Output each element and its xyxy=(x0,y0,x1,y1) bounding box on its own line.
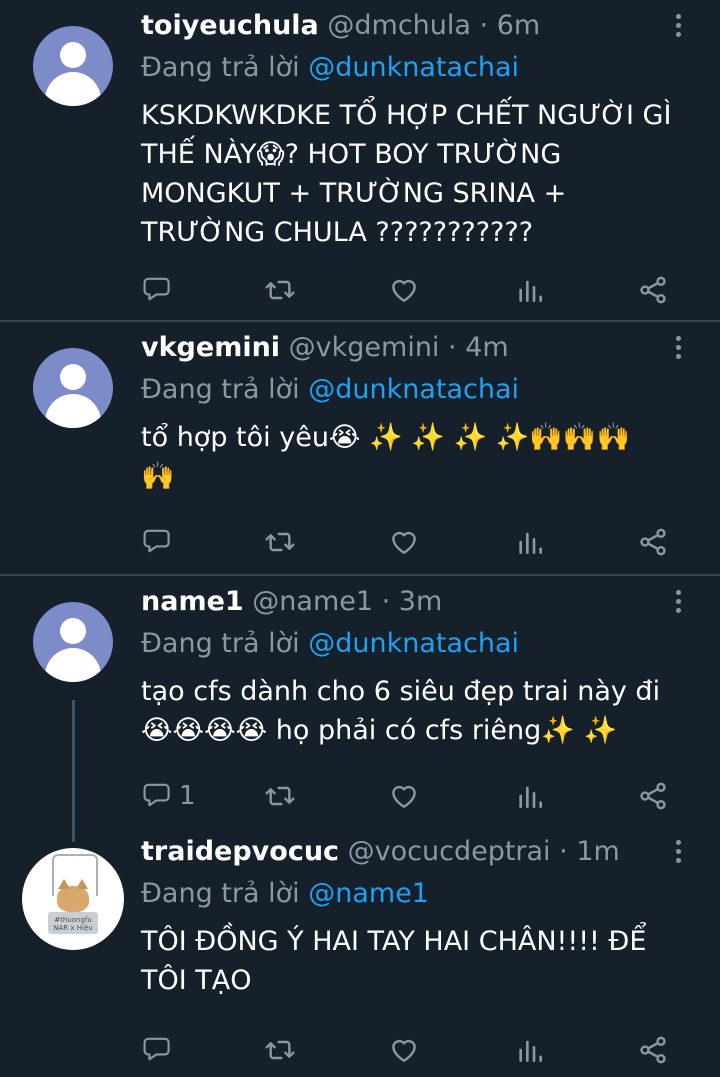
reply-icon xyxy=(143,277,170,301)
like-icon xyxy=(392,785,416,808)
retweet-button[interactable] xyxy=(264,1030,296,1070)
avatar-caption: #thuongfu NAR x Hiệu xyxy=(53,916,93,932)
retweet-icon xyxy=(265,280,295,300)
replying-to: Đang trả lời @dunknatachai xyxy=(141,374,519,405)
tweet-header: traidepvocuc @vocucdeptrai · 1m xyxy=(141,836,620,867)
retweet-icon xyxy=(265,786,295,806)
dot-separator: · xyxy=(439,332,466,363)
retweet-button[interactable] xyxy=(264,270,296,310)
tweet-text: KSKDKWKDKE TỔ HỢP CHẾT NGƯỜI GÌ THẾ NÀY😱… xyxy=(141,100,681,248)
mention-link[interactable]: @name1 xyxy=(308,878,429,909)
display-name[interactable]: toiyeuchula xyxy=(141,10,319,41)
stats-button[interactable] xyxy=(514,1030,546,1070)
reply-button[interactable] xyxy=(141,270,179,310)
mention-link[interactable]: @dunknatachai xyxy=(308,52,519,83)
like-icon xyxy=(392,279,416,302)
action-bar xyxy=(0,1030,720,1070)
timestamp[interactable]: 1m xyxy=(576,836,619,867)
tweet-header: vkgemini @vkgemini · 4m xyxy=(141,332,509,363)
share-button[interactable] xyxy=(637,270,669,310)
action-bar xyxy=(0,270,720,310)
tweet-header: name1 @name1 · 3m xyxy=(141,586,442,617)
more-icon[interactable] xyxy=(676,590,682,618)
retweet-button[interactable] xyxy=(264,776,296,816)
tweet[interactable]: name1 @name1 · 3m Đang trả lời @dunknata… xyxy=(0,576,720,826)
mention-link[interactable]: @dunknatachai xyxy=(308,374,519,405)
reply-prefix: Đang trả lời xyxy=(141,374,300,405)
dot-separator: · xyxy=(470,10,497,41)
handle[interactable]: @vocucdeptrai xyxy=(348,836,551,867)
like-button[interactable] xyxy=(388,270,420,310)
avatar[interactable] xyxy=(33,26,113,106)
avatar[interactable]: #thuongfu NAR x Hiệu xyxy=(22,848,124,950)
display-name[interactable]: traidepvocuc xyxy=(141,836,339,867)
share-button[interactable] xyxy=(637,776,669,816)
timestamp[interactable]: 4m xyxy=(465,332,508,363)
like-button[interactable] xyxy=(388,776,420,816)
reply-button[interactable] xyxy=(141,522,179,562)
timestamp[interactable]: 3m xyxy=(399,586,442,617)
share-icon xyxy=(640,276,666,304)
reply-count: 1 xyxy=(179,781,196,811)
tweet[interactable]: #thuongfu NAR x Hiệu traidepvocuc @vocuc… xyxy=(0,826,720,1077)
handle[interactable]: @vkgemini xyxy=(289,332,440,363)
reply-icon xyxy=(143,529,170,553)
handle[interactable]: @name1 xyxy=(252,586,373,617)
stats-icon xyxy=(519,280,542,302)
display-name[interactable]: name1 xyxy=(141,586,244,617)
more-icon[interactable] xyxy=(676,14,682,42)
tweet-text: tổ hợp tôi yêu😭 ✨ ✨ ✨ ✨🙌🙌🙌 🙌 xyxy=(141,422,631,492)
dot-separator: · xyxy=(550,836,577,867)
retweet-icon xyxy=(265,1040,295,1060)
share-button[interactable] xyxy=(637,1030,669,1070)
avatar[interactable] xyxy=(33,348,113,428)
timestamp[interactable]: 6m xyxy=(497,10,540,41)
dot-separator: · xyxy=(373,586,399,617)
action-bar: 1 xyxy=(0,776,720,816)
reply-icon xyxy=(143,1037,170,1061)
like-icon xyxy=(392,531,416,554)
reply-icon xyxy=(143,783,170,807)
reply-button[interactable]: 1 xyxy=(141,776,196,816)
avatar[interactable] xyxy=(33,602,113,682)
share-icon xyxy=(640,1036,666,1064)
tweet-text: tạo cfs dành cho 6 siêu đẹp trai này đi … xyxy=(141,676,661,746)
stats-icon xyxy=(519,1040,542,1062)
stats-icon xyxy=(519,786,542,808)
replying-to: Đang trả lời @name1 xyxy=(141,878,429,909)
like-button[interactable] xyxy=(388,522,420,562)
mention-link[interactable]: @dunknatachai xyxy=(308,628,519,659)
handle[interactable]: @dmchula xyxy=(327,10,471,41)
more-icon[interactable] xyxy=(676,840,682,868)
reply-prefix: Đang trả lời xyxy=(141,52,300,83)
like-button[interactable] xyxy=(388,1030,420,1070)
like-icon xyxy=(392,1039,416,1062)
action-bar xyxy=(0,522,720,562)
share-icon xyxy=(640,782,666,810)
stats-button[interactable] xyxy=(514,270,546,310)
stats-icon xyxy=(519,532,542,554)
tweet[interactable]: toiyeuchula @dmchula · 6m Đang trả lời @… xyxy=(0,0,720,320)
reply-prefix: Đang trả lời xyxy=(141,628,300,659)
more-icon[interactable] xyxy=(676,336,682,364)
tweet-text: TÔI ĐỒNG Ý HAI TAY HAI CHÂN!!!! ĐỂ TÔI T… xyxy=(141,926,655,996)
replying-to: Đang trả lời @dunknatachai xyxy=(141,52,519,83)
replying-to: Đang trả lời @dunknatachai xyxy=(141,628,519,659)
tweet[interactable]: vkgemini @vkgemini · 4m Đang trả lời @du… xyxy=(0,322,720,574)
reply-prefix: Đang trả lời xyxy=(141,878,300,909)
retweet-icon xyxy=(265,532,295,552)
stats-button[interactable] xyxy=(514,522,546,562)
tweet-header: toiyeuchula @dmchula · 6m xyxy=(141,10,540,41)
retweet-button[interactable] xyxy=(264,522,296,562)
reply-button[interactable] xyxy=(141,1030,179,1070)
share-icon xyxy=(640,528,666,556)
stats-button[interactable] xyxy=(514,776,546,816)
share-button[interactable] xyxy=(637,522,669,562)
display-name[interactable]: vkgemini xyxy=(141,332,280,363)
